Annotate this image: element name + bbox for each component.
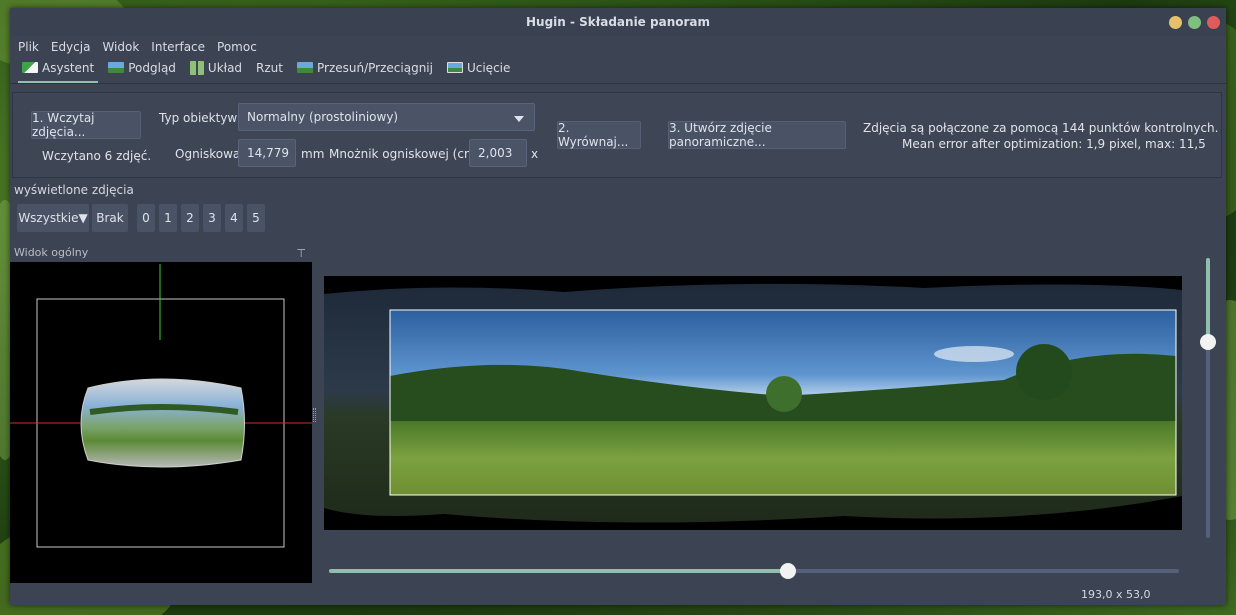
assistant-panel: 1. Wczytaj zdjęcia... Wczytano 6 zdjęć. … [12, 92, 1222, 178]
info-mean-error: Mean error after optimization: 1,9 pixel… [902, 137, 1206, 151]
tab-uciecie[interactable]: Ucięcie [441, 57, 518, 83]
chevron-down-icon [514, 116, 524, 122]
tab-asystent[interactable]: Asystent [16, 57, 102, 83]
tab-rzut[interactable]: Rzut [250, 57, 291, 83]
splitter-handle[interactable] [313, 408, 316, 422]
lens-type-label: Typ obiektywu: [159, 111, 249, 125]
crop-unit: x [531, 147, 539, 161]
vertical-fov-slider[interactable] [1200, 258, 1216, 538]
show-all-button[interactable]: Wszystkie▼ [17, 204, 89, 232]
image-toggle-0[interactable]: 0 [137, 204, 155, 232]
preview-gl-icon [108, 62, 125, 73]
panorama-canvas[interactable] [324, 276, 1182, 530]
close-button[interactable] [1207, 16, 1220, 29]
title-bar[interactable]: Hugin - Składanie panoram [10, 8, 1226, 36]
create-panorama-button[interactable]: 3. Utwórz zdjęcie panoramiczne... [668, 121, 846, 149]
tab-label: Podgląd [128, 60, 176, 75]
panorama-preview[interactable] [324, 276, 1182, 530]
tab-label: Asystent [42, 60, 95, 75]
overview-title: Widok ogólny [14, 246, 89, 259]
slider-fill [1206, 258, 1210, 342]
loaded-status: Wczytano 6 zdjęć. [42, 149, 152, 163]
layout-icon [189, 60, 204, 75]
focal-unit: mm [301, 147, 325, 161]
drag-icon [297, 62, 313, 73]
hugin-window: Hugin - Składanie panoram Plik Edycja Wi… [10, 8, 1226, 605]
tab-label: Układ [207, 60, 243, 75]
image-toggle-4[interactable]: 4 [225, 204, 243, 232]
image-toggle-5[interactable]: 5 [247, 204, 265, 232]
crop-icon [446, 62, 463, 73]
menu-plik[interactable]: Plik [14, 40, 47, 54]
image-toggle-3[interactable]: 3 [203, 204, 221, 232]
focal-input[interactable]: 14,779 [238, 139, 296, 167]
menu-edycja[interactable]: Edycja [47, 40, 99, 54]
panorama-tree [766, 376, 802, 412]
lens-type-select[interactable]: Normalny (prostoliniowy) [238, 103, 535, 131]
menu-bar: Plik Edycja Widok Interface Pomoc [10, 36, 1226, 58]
cursor-coords: 193,0 x 53,0 [1081, 588, 1151, 601]
tab-label: Rzut [256, 60, 283, 75]
tab-label: Ucięcie [466, 60, 511, 75]
displayed-images-label: wyświetlone zdjęcia [14, 183, 134, 197]
overview-panel[interactable] [10, 248, 312, 583]
align-button[interactable]: 2. Wyrównaj... [557, 121, 641, 149]
tab-bar: Asystent Podgląd Układ Rzut Przesuń/Prze… [10, 58, 1226, 84]
tab-przesun[interactable]: Przesuń/Przeciągnij [291, 57, 441, 83]
tab-podglad[interactable]: Podgląd [102, 57, 184, 83]
window-title: Hugin - Składanie panoram [526, 15, 710, 29]
crop-label: Mnożnik ogniskowej (crop): [329, 147, 493, 161]
lens-type-value: Normalny (prostoliniowy) [247, 110, 399, 124]
focal-label: Ogniskowa: [175, 147, 245, 161]
image-toggle-2[interactable]: 2 [181, 204, 199, 232]
load-images-button[interactable]: 1. Wczytaj zdjęcia... [31, 111, 141, 139]
show-none-button[interactable]: Brak [92, 204, 128, 232]
overview-panorama-sphere [80, 378, 245, 468]
slider-handle[interactable] [1200, 334, 1216, 350]
horizontal-fov-slider[interactable] [329, 563, 1179, 579]
tab-uklad[interactable]: Układ [184, 57, 250, 83]
overview-canvas[interactable] [10, 248, 312, 583]
panorama-cloud [934, 346, 1014, 362]
tab-label: Przesuń/Przeciągnij [317, 60, 433, 75]
maximize-button[interactable] [1188, 16, 1201, 29]
slider-handle[interactable] [780, 563, 796, 579]
panorama-trees-right [1016, 344, 1072, 400]
overview-header: Widok ogólny ⊤ [10, 246, 312, 262]
pin-icon[interactable]: ⊤ [296, 247, 306, 260]
menu-interface[interactable]: Interface [147, 40, 213, 54]
status-bar: 193,0 x 53,0 [10, 586, 1226, 605]
menu-pomoc[interactable]: Pomoc [213, 40, 265, 54]
slider-fill [329, 569, 788, 573]
assistant-icon [22, 62, 38, 73]
minimize-button[interactable] [1169, 16, 1182, 29]
crop-input[interactable]: 2,003 [469, 139, 527, 167]
image-toggle-1[interactable]: 1 [159, 204, 177, 232]
info-control-points: Zdjęcia są połączone za pomocą 144 punkt… [863, 121, 1219, 135]
menu-widok[interactable]: Widok [98, 40, 147, 54]
